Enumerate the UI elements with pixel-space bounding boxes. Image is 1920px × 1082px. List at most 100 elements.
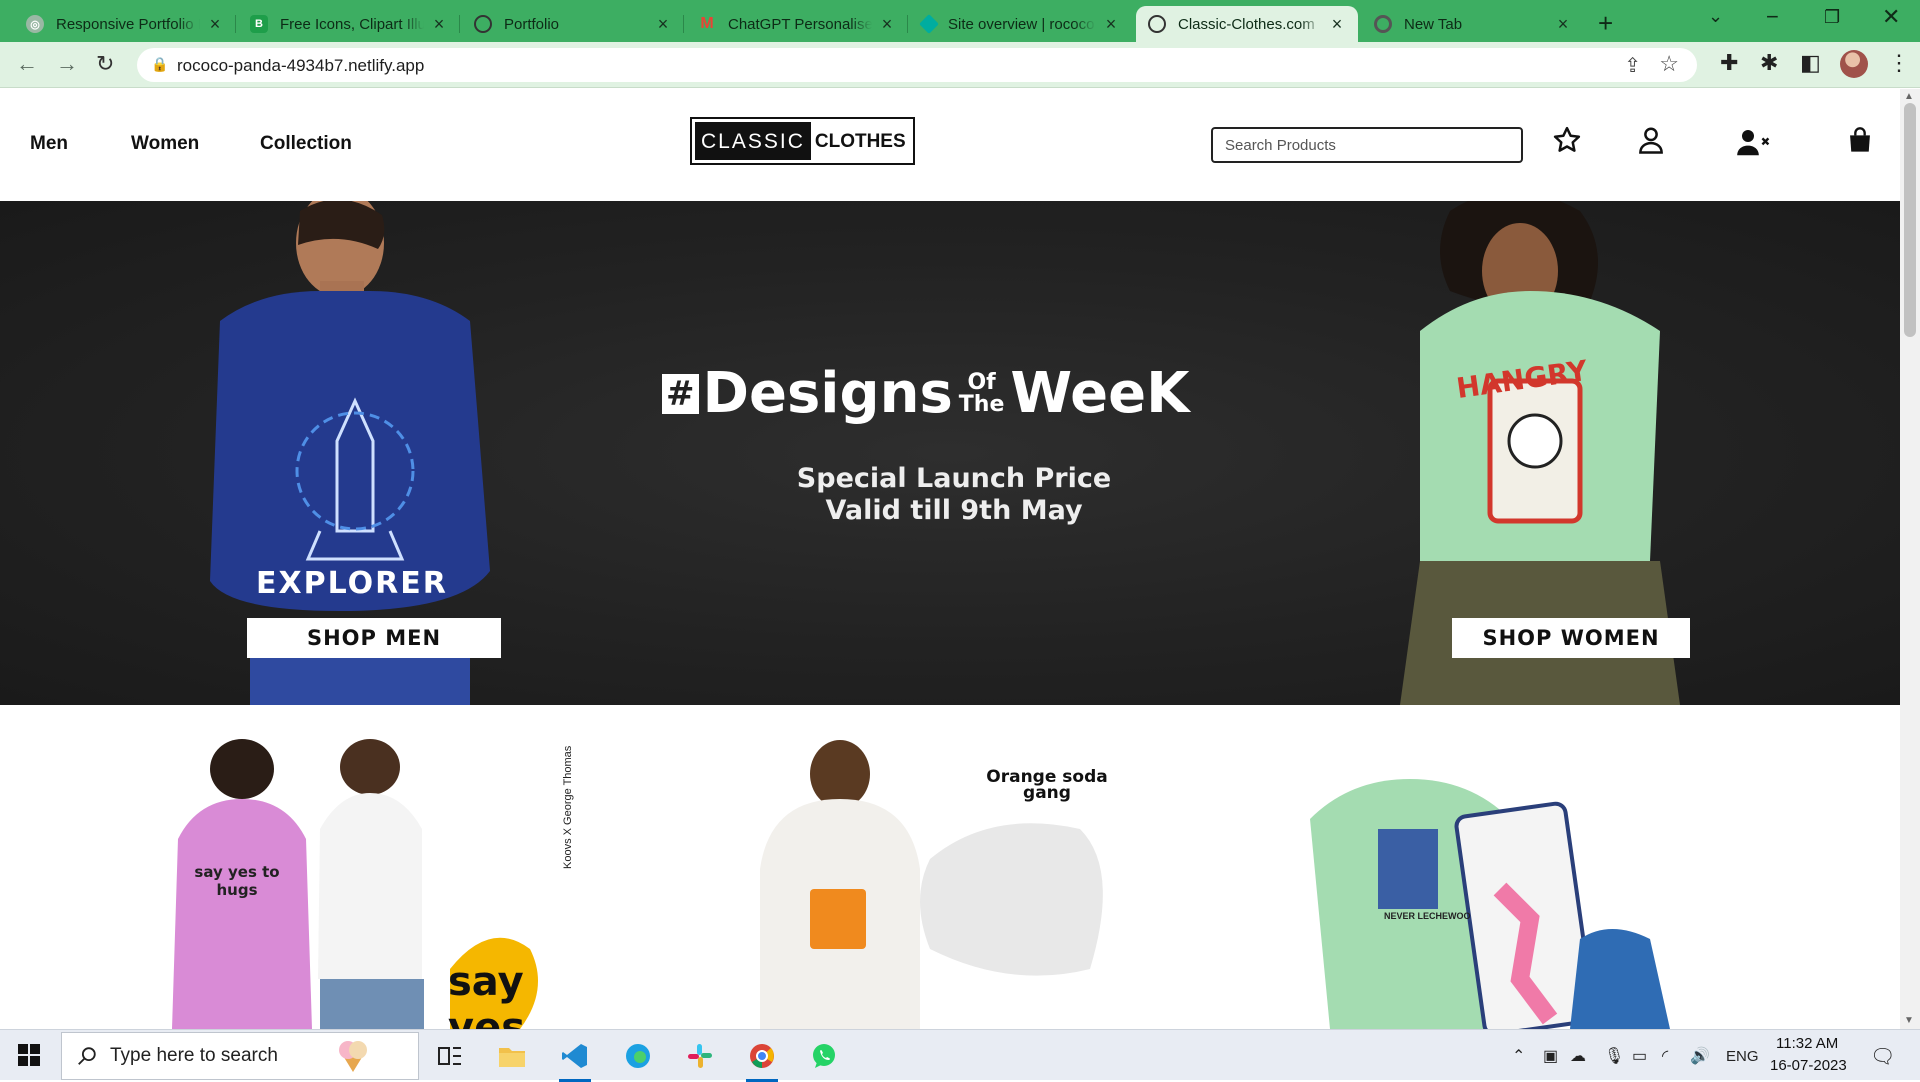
scroll-down-arrow-icon[interactable]: ▼ [1904, 1015, 1914, 1026]
tab-title: Responsive Portfolio Developer [56, 15, 200, 33]
tab-close-icon[interactable]: × [654, 14, 672, 35]
collection-big-text: say yes [448, 959, 526, 1029]
browser-tab-active[interactable]: Classic-Clothes.com × [1136, 6, 1358, 42]
search-icon [78, 1047, 96, 1065]
collection-shirt-text: say yes to hugs [194, 863, 280, 899]
logo-part-classic: CLASSIC [695, 122, 811, 160]
forward-arrow-icon[interactable]: → [56, 51, 78, 77]
search-products-input[interactable] [1211, 127, 1523, 163]
gmail-icon: M [700, 15, 714, 32]
chrome-menu-icon[interactable]: ⋮ [1888, 50, 1910, 76]
collection-lechewoo-image [1310, 779, 1670, 1029]
user-account-icon[interactable] [1636, 125, 1666, 155]
extension-icon[interactable]: ✚ [1720, 50, 1738, 76]
tab-title: Portfolio [504, 15, 560, 33]
taskbar-search-placeholder: Type here to search [110, 1045, 278, 1066]
nav-link-collection[interactable]: Collection [260, 133, 352, 155]
tab-close-icon[interactable]: × [430, 14, 448, 35]
language-indicator[interactable]: ENG [1726, 1048, 1759, 1065]
side-panel-icon[interactable]: ◧ [1800, 50, 1821, 76]
ice-cream-icon [338, 1041, 367, 1072]
edge-icon[interactable] [618, 1038, 658, 1074]
taskbar-clock-date[interactable]: 16-07-2023 [1770, 1057, 1847, 1074]
tab-title: ChatGPT Personalised [728, 15, 872, 33]
file-explorer-icon[interactable] [492, 1038, 532, 1074]
collection-card-orange-soda[interactable]: Orange soda gang [740, 739, 1180, 1029]
netlify-icon [919, 14, 939, 34]
scrollbar-thumb[interactable] [1904, 103, 1916, 337]
browser-tab-strip: ◎ Responsive Portfolio Developer × B Fre… [0, 0, 1920, 42]
web-page: Men Women Collection CLASSIC CLOTHES Sea… [0, 89, 1900, 1029]
hero-subtitle-line2: Valid till 9th May [825, 495, 1083, 526]
shop-women-button[interactable]: SHOP WOMEN [1452, 618, 1690, 658]
hero-title: # Designs Of The WeeK [662, 361, 1190, 426]
shopping-bag-icon[interactable] [1846, 125, 1874, 155]
tab-close-icon[interactable]: × [1554, 14, 1572, 35]
collection-orange-soda-text: Orange soda gang [986, 767, 1108, 803]
hero-subtitle-line1: Special Launch Price [796, 463, 1112, 494]
hero-title-hash: # [662, 373, 699, 414]
windows-taskbar: Type here to search ⌃ ▣ ☁ 🎙 ▭ ◜ 🔊 ENG 11… [0, 1029, 1920, 1082]
tab-search-chevron-icon[interactable]: ⌄ [1708, 6, 1723, 27]
scroll-up-arrow-icon[interactable]: ▲ [1904, 91, 1914, 102]
notifications-icon[interactable]: 🗨 [1870, 1044, 1895, 1069]
task-view-icon[interactable] [430, 1038, 470, 1074]
browser-tab[interactable]: Site overview | rococo × [910, 6, 1132, 42]
close-window-button[interactable]: ✕ [1882, 4, 1900, 30]
puzzle-extensions-icon[interactable]: ✱ [1760, 50, 1778, 76]
browser-tab[interactable]: Portfolio × [462, 6, 684, 42]
battery-icon[interactable]: ▭ [1632, 1046, 1647, 1066]
restore-button[interactable]: ❐ [1824, 7, 1840, 28]
share-icon[interactable]: ⇪ [1624, 53, 1641, 78]
tab-favicon-icon: ◎ [26, 15, 44, 33]
hero-title-designs: Designs [702, 361, 953, 426]
volume-icon[interactable]: 🔊 [1690, 1046, 1710, 1066]
globe-icon [1148, 15, 1166, 33]
nav-link-women[interactable]: Women [131, 133, 199, 155]
vscode-icon[interactable] [555, 1038, 595, 1082]
bookmark-star-icon[interactable]: ☆ [1659, 51, 1679, 77]
wishlist-star-icon[interactable] [1552, 125, 1582, 155]
hero-banner: EXPLORER HANGRY # Designs Of The WeeK Sp… [0, 201, 1900, 705]
microphone-icon[interactable]: 🎙 [1604, 1046, 1624, 1066]
tab-close-icon[interactable]: × [1102, 14, 1120, 35]
browser-tab[interactable]: New Tab × [1362, 6, 1584, 42]
browser-tab[interactable]: ◎ Responsive Portfolio Developer × [14, 6, 236, 42]
wifi-icon[interactable]: ◜ [1662, 1046, 1668, 1066]
browser-tab[interactable]: M ChatGPT Personalised × [686, 6, 908, 42]
taskbar-search-box[interactable]: Type here to search [61, 1032, 419, 1080]
logout-user-x-icon[interactable] [1736, 127, 1772, 157]
minimize-button[interactable]: − [1766, 4, 1779, 30]
tab-title: Site overview | rococo [948, 15, 1095, 33]
address-bar[interactable]: 🔒 rococo-panda-4934b7.netlify.app ⇪ ☆ [137, 48, 1697, 82]
profile-avatar[interactable] [1840, 50, 1868, 78]
browser-toolbar: ← → ↻ 🔒 rococo-panda-4934b7.netlify.app … [0, 42, 1920, 88]
new-tab-button[interactable]: + [1598, 8, 1613, 39]
back-arrow-icon[interactable]: ← [16, 51, 38, 77]
show-hidden-icons-chevron-icon[interactable]: ⌃ [1512, 1046, 1525, 1066]
collection-card-lechewoo[interactable]: NEVER LECHEWOO [1300, 739, 1740, 1029]
whatsapp-icon[interactable] [804, 1038, 844, 1074]
tab-close-icon[interactable]: × [206, 14, 224, 35]
site-logo[interactable]: CLASSIC CLOTHES [690, 117, 915, 165]
men-shirt-graphic-text: EXPLORER [256, 566, 448, 601]
url-text[interactable]: rococo-panda-4934b7.netlify.app [177, 56, 424, 76]
slack-icon[interactable] [680, 1038, 720, 1074]
windows-start-icon[interactable] [18, 1044, 40, 1066]
chrome-taskbar-icon[interactable] [742, 1038, 782, 1082]
onedrive-cloud-icon[interactable]: ☁ [1570, 1046, 1586, 1066]
tab-close-icon[interactable]: × [878, 14, 896, 35]
nav-link-men[interactable]: Men [30, 133, 68, 155]
shop-men-button[interactable]: SHOP MEN [247, 618, 501, 658]
meet-now-icon[interactable]: ▣ [1543, 1046, 1558, 1066]
reload-icon[interactable]: ↻ [96, 51, 114, 77]
hero-title-of-the: Of The [959, 371, 1005, 416]
tab-close-icon[interactable]: × [1328, 14, 1346, 35]
lock-icon[interactable]: 🔒 [151, 56, 168, 73]
page-scrollbar[interactable]: ▲ ▼ [1900, 89, 1920, 1029]
collection-side-caption: Koovs X George Thomas [562, 745, 574, 869]
hero-title-week: WeeK [1010, 361, 1190, 426]
browser-tab[interactable]: B Free Icons, Clipart Illustrations × [238, 6, 460, 42]
taskbar-clock-time[interactable]: 11:32 AM [1776, 1035, 1838, 1052]
collection-card-koovs[interactable]: say yes to hugs Koovs X George Thomas sa… [170, 739, 610, 1029]
